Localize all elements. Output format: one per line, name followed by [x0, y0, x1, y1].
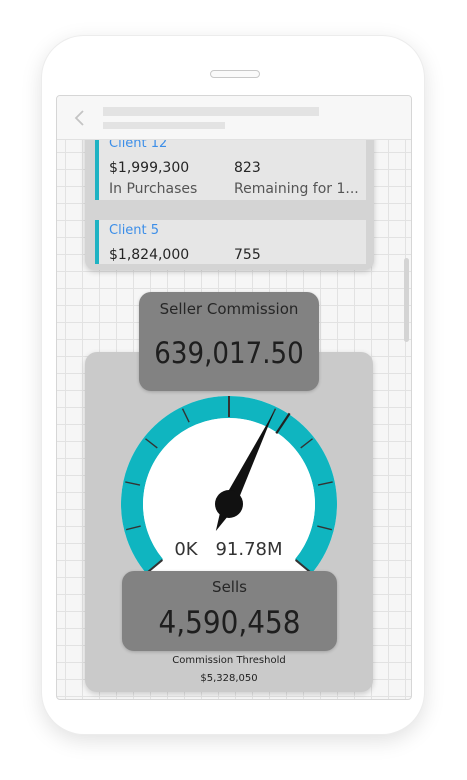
- client-name: Client 5: [109, 223, 160, 238]
- client-count: 755: [234, 247, 261, 263]
- seller-commission-label: Seller Commission: [159, 300, 299, 318]
- client-count-label: Remaining for 1...: [234, 181, 359, 197]
- clients-card: Client 12 $1,999,300 823 In Purchases Re…: [85, 126, 374, 270]
- client-amount: $1,999,300: [109, 160, 190, 176]
- gauge-max-label: 91.78M: [215, 539, 282, 560]
- phone-speaker: [210, 70, 260, 78]
- gauge-hub: [215, 490, 243, 518]
- client-count: 823: [234, 160, 261, 176]
- vertical-scrollbar[interactable]: [404, 258, 409, 342]
- sells-label: Sells: [212, 578, 247, 596]
- client-row[interactable]: Client 5 $1,824,000 755: [95, 220, 366, 264]
- back-chevron-icon[interactable]: [73, 108, 87, 128]
- seller-commission-card: Seller Commission 639,017.50: [139, 292, 319, 391]
- client-amount: $1,824,000: [109, 247, 190, 263]
- report-title-placeholder: [103, 107, 319, 116]
- sells-value: 4,590,458: [158, 605, 301, 641]
- client-amount-label: In Purchases: [109, 181, 198, 197]
- report-subtitle-placeholder: [103, 122, 225, 129]
- gauge-min-label: 0K: [174, 539, 198, 560]
- sells-card: Sells 4,590,458: [122, 571, 337, 651]
- commission-threshold-label: Commission Threshold: [172, 655, 286, 666]
- report-screen: Client 12 $1,999,300 823 In Purchases Re…: [56, 95, 412, 700]
- commission-threshold-value: $5,328,050: [200, 673, 258, 684]
- seller-commission-value: 639,017.50: [154, 336, 304, 370]
- top-bar: [57, 96, 411, 140]
